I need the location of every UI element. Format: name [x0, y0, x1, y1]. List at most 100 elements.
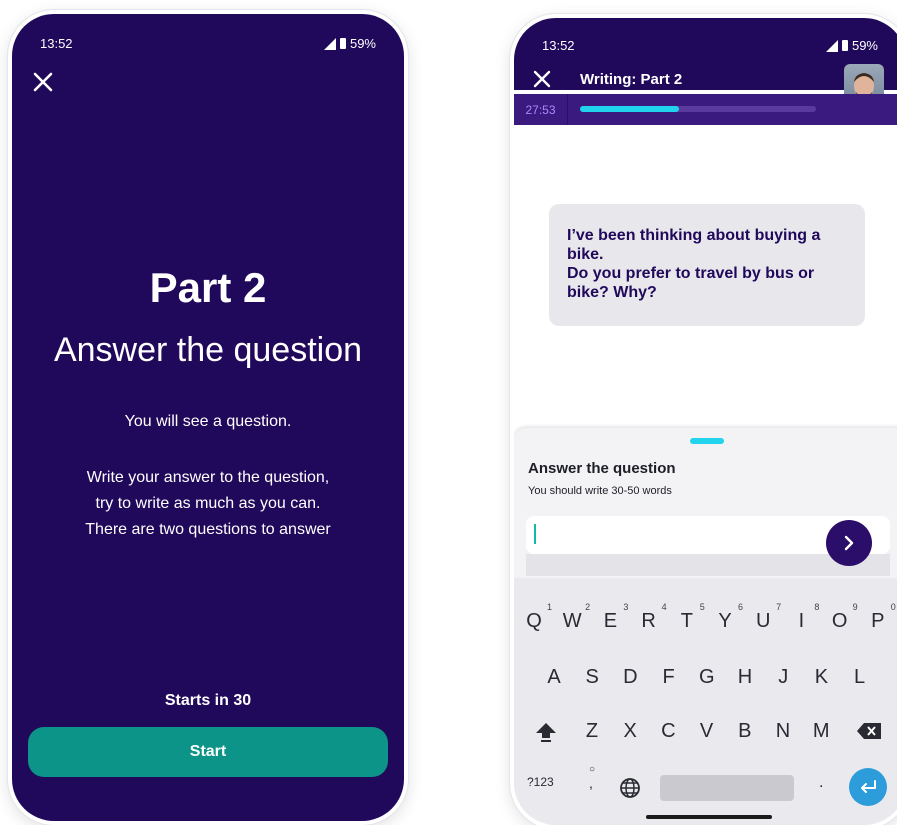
battery-icon — [841, 40, 848, 51]
start-button[interactable]: Start — [28, 727, 388, 777]
status-time: 13:52 — [40, 36, 73, 51]
key-l[interactable]: L — [844, 666, 876, 689]
text-cursor — [534, 524, 536, 544]
key-label: I — [798, 610, 805, 632]
key-z[interactable]: Z — [576, 720, 608, 743]
status-bar: 13:52 59% — [542, 38, 878, 53]
question-line: bike. — [567, 246, 604, 263]
globe-icon[interactable] — [619, 777, 641, 799]
home-indicator[interactable] — [646, 815, 772, 819]
key-i[interactable]: I8 — [785, 602, 820, 633]
enter-key[interactable] — [849, 768, 887, 806]
key-number-hint: 7 — [776, 602, 782, 612]
key-b[interactable]: B — [729, 720, 761, 743]
left-phone: 13:52 59% Part 2 Answer the question You… — [8, 10, 408, 825]
key-w[interactable]: W2 — [556, 602, 590, 633]
key-number-hint: 3 — [623, 602, 629, 612]
question-line: bike? Why? — [567, 284, 657, 301]
key-number-hint: 2 — [585, 602, 591, 612]
key-s[interactable]: S — [576, 666, 608, 689]
key-v[interactable]: V — [691, 720, 723, 743]
timer-bar: 27:53 — [514, 94, 897, 125]
key-j[interactable]: J — [767, 666, 799, 689]
key-number-hint: 9 — [852, 602, 858, 612]
key-d[interactable]: D — [614, 666, 646, 689]
right-phone: 13:52 59% Writing: Part 2 27:53 I’ve bee… — [510, 14, 897, 825]
question-line: Do you prefer to travel by bus or — [567, 265, 815, 282]
key-label: R — [641, 610, 656, 632]
header-title: Writing: Part 2 — [580, 71, 683, 88]
key-number-hint: 4 — [661, 602, 667, 612]
key-label: U — [755, 610, 771, 632]
page-subtitle: Answer the question — [53, 331, 363, 369]
key-number-hint: 5 — [699, 602, 705, 612]
instruction-line: Write your answer to the question, — [86, 469, 330, 486]
countdown-timer: 27:53 — [514, 94, 568, 125]
status-time: 13:52 — [542, 38, 575, 53]
key-number-hint: 0 — [890, 602, 896, 612]
key-x[interactable]: X — [614, 720, 646, 743]
instruction-line: There are two questions to answer — [85, 521, 331, 538]
writing-screen: 13:52 59% Writing: Part 2 27:53 I’ve bee… — [514, 18, 897, 825]
signal-icon — [323, 37, 336, 50]
key-g[interactable]: G — [691, 666, 723, 689]
instruction-line: try to write as much as you can. — [95, 495, 321, 512]
key-label: Q — [526, 610, 542, 632]
question-line: I’ve been thinking about buying a — [567, 227, 821, 244]
key-k[interactable]: K — [805, 666, 837, 689]
instructions: Write your answer to the question, try t… — [12, 465, 404, 543]
key-p[interactable]: P0 — [862, 602, 896, 633]
key-u[interactable]: U7 — [747, 602, 781, 633]
battery-level: 59% — [349, 36, 376, 51]
sheet-title: Answer the question — [528, 460, 676, 477]
key-q[interactable]: Q1 — [518, 602, 552, 633]
shift-icon[interactable] — [534, 720, 558, 744]
key-label: E — [603, 610, 618, 632]
emoji-hint: ○ — [589, 764, 596, 775]
comma-label: , — [589, 775, 593, 791]
comma-key[interactable]: ○ , — [589, 764, 596, 792]
backspace-icon[interactable] — [856, 722, 882, 740]
battery-icon — [339, 38, 346, 49]
symbols-key[interactable]: ?123 — [527, 775, 554, 789]
intro-text: You will see a question. — [124, 413, 292, 430]
key-y[interactable]: Y6 — [709, 602, 743, 633]
space-key[interactable] — [660, 775, 794, 801]
part-intro-screen: 13:52 59% Part 2 Answer the question You… — [12, 14, 404, 821]
progress-fill — [580, 106, 680, 112]
key-label: W — [562, 610, 582, 632]
app-header: 13:52 59% Writing: Part 2 — [514, 18, 897, 116]
signal-icon — [825, 39, 838, 52]
close-icon[interactable] — [32, 71, 54, 93]
send-button[interactable] — [826, 520, 872, 566]
key-number-hint: 6 — [737, 602, 743, 612]
period-key[interactable]: . — [819, 774, 823, 792]
key-f[interactable]: F — [653, 666, 685, 689]
return-icon — [861, 780, 876, 793]
key-a[interactable]: A — [538, 666, 570, 689]
key-h[interactable]: H — [729, 666, 761, 689]
keyboard: Q1W2E3R4T5Y6U7I8O9P0 ASDFGHJKL ZXCVBNM ?… — [514, 578, 897, 825]
key-number-hint: 1 — [546, 602, 552, 612]
progress-track — [580, 106, 816, 112]
page-title: Part 2 — [149, 264, 267, 311]
status-bar: 13:52 59% — [40, 36, 376, 51]
close-icon[interactable] — [532, 69, 552, 89]
key-number-hint: 8 — [814, 602, 820, 612]
key-e[interactable]: E3 — [594, 602, 629, 633]
battery-level: 59% — [851, 38, 878, 53]
key-label: P — [871, 610, 885, 632]
key-n[interactable]: N — [767, 720, 799, 743]
question-bubble: I’ve been thinking about buying a bike. … — [549, 204, 865, 326]
key-label: T — [680, 610, 693, 632]
chevron-right-icon — [844, 535, 854, 551]
word-count-hint: You should write 30-50 words — [528, 485, 672, 497]
key-o[interactable]: O9 — [824, 602, 858, 633]
sheet-drag-handle[interactable] — [690, 438, 724, 444]
key-m[interactable]: M — [805, 720, 837, 743]
key-c[interactable]: C — [652, 720, 684, 743]
key-t[interactable]: T5 — [671, 602, 705, 633]
key-r[interactable]: R4 — [633, 602, 666, 633]
key-label: O — [831, 610, 848, 632]
key-label: Y — [718, 610, 732, 632]
